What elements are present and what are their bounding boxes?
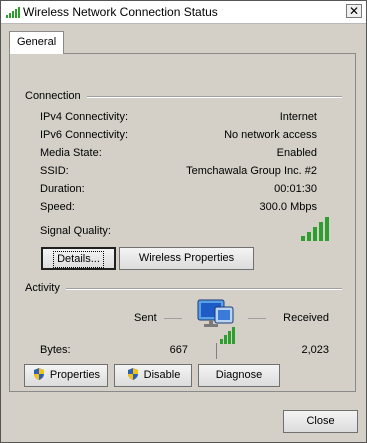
media-state-value: Enabled [276, 147, 317, 159]
connection-section-title: Connection [25, 90, 87, 102]
activity-separator [216, 343, 217, 359]
signal-quality-label: Signal Quality: [40, 225, 111, 237]
signal-bar-3 [313, 227, 317, 241]
signal-bar-1 [301, 236, 305, 241]
bytes-sent-value: 667 [169, 344, 188, 356]
signal-bar-5 [325, 217, 329, 241]
signal-bar-2 [307, 232, 311, 241]
tab-general-label: General [17, 36, 57, 48]
close-button[interactable]: Close [283, 410, 358, 433]
activity-section-title: Activity [25, 282, 66, 294]
ssid-value: Temchawala Group Inc. #2 [186, 165, 317, 177]
computer-network-icon [197, 299, 235, 344]
ipv4-label: IPv4 Connectivity: [40, 111, 129, 123]
properties-button[interactable]: Properties [24, 364, 108, 387]
wireless-properties-button[interactable]: Wireless Properties [119, 247, 254, 270]
signal-quality-icon [301, 217, 329, 241]
sent-line [164, 318, 182, 319]
uac-shield-icon [33, 368, 44, 380]
dialog-client-area: General Connection IPv4 Connectivity: In… [1, 24, 366, 442]
signal-bar-4 [319, 222, 323, 241]
speed-value: 300.0 Mbps [259, 201, 317, 213]
duration-label: Duration: [40, 183, 85, 195]
bytes-received-value: 2,023 [301, 344, 329, 356]
ipv6-value: No network access [224, 129, 317, 141]
uac-shield-icon [127, 368, 138, 380]
details-button-label: Details... [53, 251, 104, 268]
wireless-properties-button-label: Wireless Properties [138, 252, 235, 264]
ssid-label: SSID: [40, 165, 69, 177]
activity-divider [66, 288, 342, 290]
general-tab-panel: Connection IPv4 Connectivity: Internet I… [9, 53, 356, 392]
ipv4-value: Internet [279, 111, 317, 123]
disable-button[interactable]: Disable [114, 364, 192, 387]
diagnose-button[interactable]: Diagnose [198, 364, 280, 387]
media-state-label: Media State: [40, 147, 102, 159]
title-bar[interactable]: Wireless Network Connection Status ✕ [1, 1, 366, 24]
diagnose-button-label: Diagnose [215, 369, 263, 381]
ipv6-label: IPv6 Connectivity: [40, 129, 129, 141]
properties-button-label: Properties [49, 369, 101, 381]
status-dialog: Wireless Network Connection Status ✕ Gen… [0, 0, 367, 443]
speed-label: Speed: [40, 201, 75, 213]
disable-button-label: Disable [143, 369, 181, 381]
details-button[interactable]: Details... [41, 247, 116, 270]
bytes-label: Bytes: [40, 344, 71, 356]
connection-divider [70, 96, 342, 98]
close-button-label: Close [306, 415, 335, 427]
wifi-signal-icon [6, 7, 20, 18]
tab-general[interactable]: General [9, 31, 65, 54]
received-line [248, 318, 266, 319]
close-icon: ✕ [348, 4, 360, 18]
sent-label: Sent [134, 312, 157, 324]
window-title: Wireless Network Connection Status [23, 5, 218, 19]
title-close-button[interactable]: ✕ [346, 4, 362, 18]
duration-value: 00:01:30 [274, 183, 317, 195]
received-label: Received [283, 312, 329, 324]
